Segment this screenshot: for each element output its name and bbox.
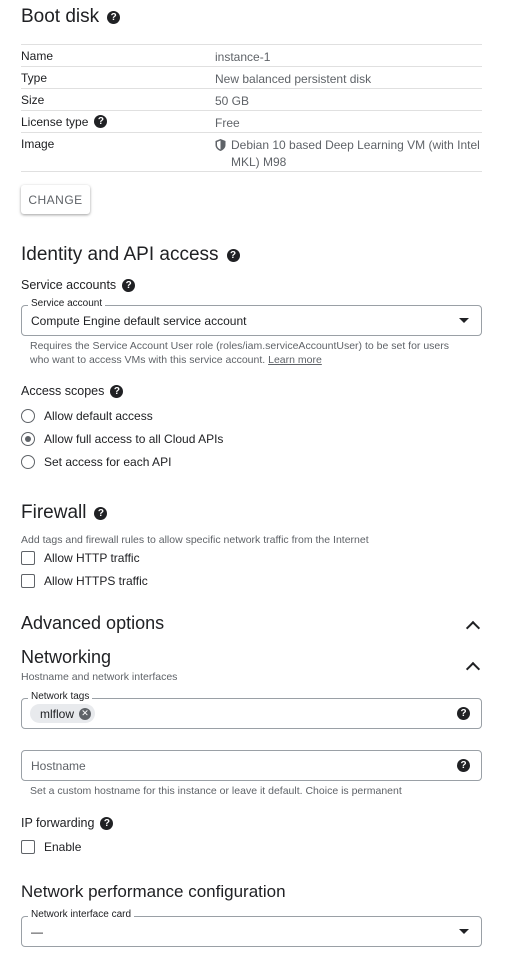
table-row: Size 50 GB bbox=[21, 89, 482, 111]
hostname-placeholder: Hostname bbox=[31, 759, 86, 773]
checkbox[interactable] bbox=[21, 574, 35, 588]
networking-title: Networking bbox=[21, 647, 112, 667]
scope-default-radio[interactable]: Allow default access bbox=[21, 409, 153, 423]
nic-legend: Network interface card bbox=[28, 909, 135, 920]
advanced-options-title: Advanced options bbox=[21, 613, 165, 633]
tag-chip[interactable]: mlflow ✕ bbox=[30, 704, 96, 723]
row-key: Type bbox=[21, 71, 48, 85]
identity-title: Identity and API access? bbox=[21, 244, 240, 266]
tag-chip-label: mlflow bbox=[40, 706, 75, 721]
table-row: License type? Free bbox=[21, 111, 482, 133]
table-row: Name instance-1 bbox=[21, 45, 482, 67]
radio-button[interactable] bbox=[21, 432, 35, 446]
service-account-select[interactable]: Service account Compute Engine default s… bbox=[21, 298, 482, 336]
help-icon[interactable]: ? bbox=[94, 506, 108, 520]
row-value: Free bbox=[215, 116, 240, 130]
access-scopes-label-text: Access scopes bbox=[21, 384, 105, 398]
chevron-up-icon[interactable] bbox=[465, 661, 481, 677]
access-scopes-label: Access scopes? bbox=[21, 384, 124, 398]
ip-forwarding-label: IP forwarding? bbox=[21, 816, 114, 830]
table-row: Image Debian 10 based Deep Learning VM (… bbox=[21, 133, 482, 172]
row-value: New balanced persistent disk bbox=[215, 72, 372, 86]
row-value: Debian 10 based Deep Learning VM (with I… bbox=[215, 133, 482, 171]
networking-subtitle: Hostname and network interfaces bbox=[21, 671, 178, 683]
row-key: Image bbox=[21, 137, 55, 151]
service-accounts-label: Service accounts? bbox=[21, 278, 136, 292]
ip-forwarding-checkbox[interactable]: Enable bbox=[21, 840, 81, 854]
dropdown-arrow-icon bbox=[459, 318, 469, 323]
row-value: 50 GB bbox=[215, 94, 250, 108]
checkbox-label: Allow HTTP traffic bbox=[44, 551, 140, 565]
ip-forwarding-label-text: IP forwarding bbox=[21, 816, 95, 830]
identity-title-text: Identity and API access bbox=[21, 244, 219, 265]
firewall-title: Firewall? bbox=[21, 502, 108, 524]
radio-label: Allow full access to all Cloud APIs bbox=[44, 432, 224, 446]
row-key: License type? bbox=[21, 111, 215, 132]
checkbox[interactable] bbox=[21, 840, 35, 854]
checkbox-label: Allow HTTPS traffic bbox=[44, 574, 148, 588]
service-account-value: Compute Engine default service account bbox=[31, 313, 247, 328]
scope-each-radio[interactable]: Set access for each API bbox=[21, 455, 171, 469]
service-account-hint: Requires the Service Account User role (… bbox=[30, 339, 470, 367]
radio-button[interactable] bbox=[21, 409, 35, 423]
firewall-title-text: Firewall bbox=[21, 502, 87, 523]
learn-more-link[interactable]: Learn more bbox=[268, 354, 322, 366]
network-tags-field[interactable]: Network tags mlflow ✕ ? bbox=[21, 691, 482, 729]
firewall-description: Add tags and firewall rules to allow spe… bbox=[21, 534, 369, 546]
hostname-field[interactable]: Hostname ? bbox=[21, 750, 482, 781]
radio-label: Set access for each API bbox=[44, 455, 172, 469]
hint-text: Requires the Service Account User role (… bbox=[30, 340, 450, 366]
row-value: instance-1 bbox=[215, 50, 271, 64]
boot-disk-table: Name instance-1 Type New balanced persis… bbox=[21, 44, 482, 172]
allow-https-checkbox[interactable]: Allow HTTPS traffic bbox=[21, 574, 148, 588]
help-icon[interactable]: ? bbox=[122, 278, 136, 292]
row-key: Name bbox=[21, 49, 54, 63]
help-icon[interactable]: ? bbox=[110, 384, 124, 398]
help-icon[interactable]: ? bbox=[100, 816, 114, 830]
license-type-label: License type bbox=[21, 115, 89, 129]
boot-disk-title-text: Boot disk bbox=[21, 6, 100, 27]
hostname-hint: Set a custom hostname for this instance … bbox=[30, 785, 402, 797]
dropdown-arrow-icon bbox=[459, 929, 469, 934]
shield-icon bbox=[215, 139, 226, 171]
checkbox-label: Enable bbox=[44, 840, 82, 854]
chevron-up-icon[interactable] bbox=[465, 620, 481, 636]
help-icon[interactable]: ? bbox=[457, 759, 470, 772]
network-performance-title: Network performance configuration bbox=[21, 882, 286, 901]
allow-http-checkbox[interactable]: Allow HTTP traffic bbox=[21, 551, 140, 565]
network-tags-legend: Network tags bbox=[28, 691, 93, 702]
help-icon[interactable]: ? bbox=[107, 10, 121, 24]
help-icon[interactable]: ? bbox=[226, 248, 240, 262]
radio-button[interactable] bbox=[21, 455, 35, 469]
change-button[interactable]: CHANGE bbox=[21, 185, 90, 214]
boot-disk-title: Boot disk? bbox=[21, 6, 121, 28]
image-value: Debian 10 based Deep Learning VM (with I… bbox=[231, 138, 480, 169]
service-account-legend: Service account bbox=[28, 298, 106, 309]
help-icon[interactable]: ? bbox=[457, 707, 470, 720]
scope-full-radio[interactable]: Allow full access to all Cloud APIs bbox=[21, 432, 223, 446]
radio-label: Allow default access bbox=[44, 409, 153, 423]
help-icon[interactable]: ? bbox=[94, 115, 108, 128]
network-interface-card-select[interactable]: Network interface card — bbox=[21, 909, 482, 947]
service-accounts-label-text: Service accounts bbox=[21, 278, 117, 292]
table-row: Type New balanced persistent disk bbox=[21, 67, 482, 89]
row-key: Size bbox=[21, 93, 45, 107]
nic-value: — bbox=[31, 924, 43, 939]
remove-tag-icon[interactable]: ✕ bbox=[79, 707, 92, 720]
checkbox[interactable] bbox=[21, 551, 35, 565]
